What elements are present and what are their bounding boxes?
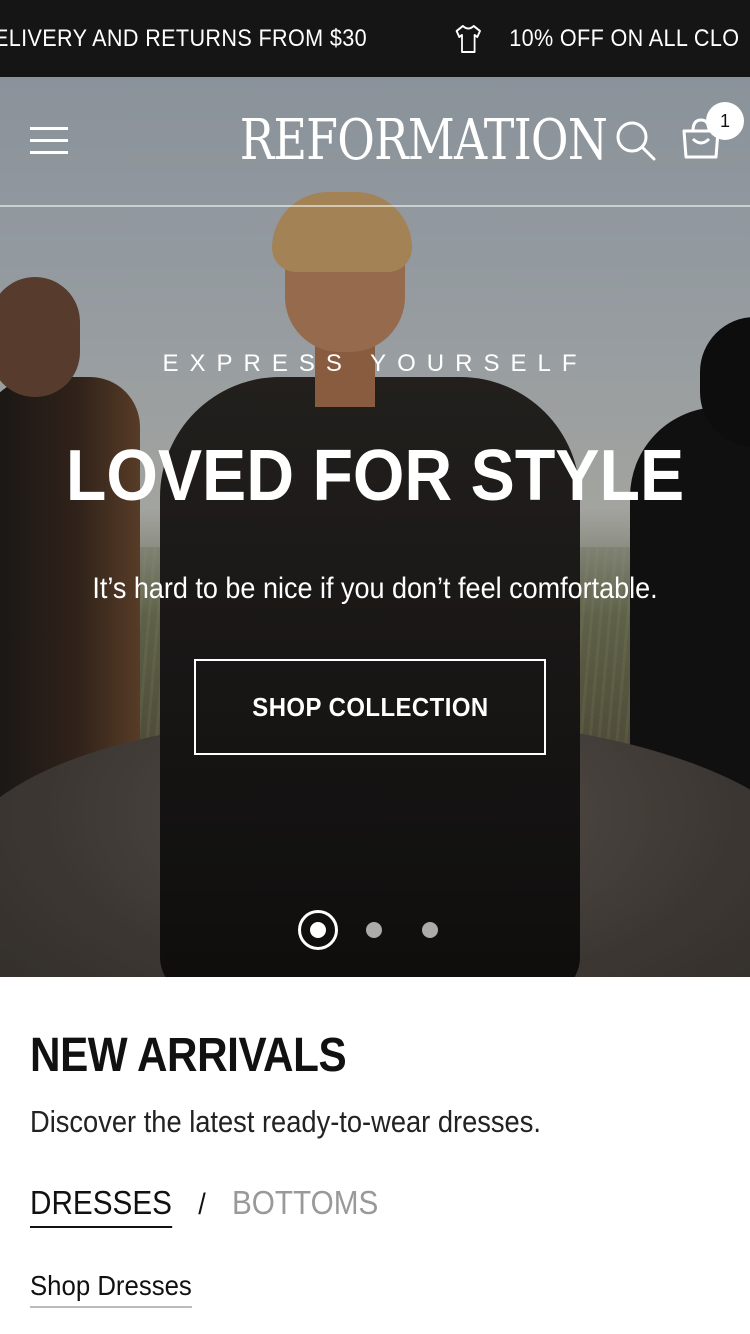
new-arrivals-title: NEW ARRIVALS (30, 1029, 347, 1082)
shop-dresses-link[interactable]: Shop Dresses (30, 1270, 192, 1308)
site-header: REFORMATION 1 (0, 77, 750, 207)
shop-collection-label: SHOP COLLECTION (251, 691, 489, 722)
carousel-dots (298, 908, 458, 950)
carousel-dot-1[interactable] (298, 910, 338, 950)
announcement-message: ELIVERY AND RETURNS FROM $30 (0, 24, 367, 52)
hero-image-overlay (0, 77, 750, 977)
hero-subtitle: It’s hard to be nice if you don’t feel c… (92, 572, 658, 605)
tab-separator: / (198, 1188, 206, 1221)
tshirt-icon (456, 24, 482, 53)
cart-count-badge: 1 (706, 102, 744, 140)
announcement-message: 10% OFF ON ALL CLO (509, 24, 740, 52)
search-icon[interactable] (614, 119, 658, 163)
menu-icon[interactable] (30, 127, 68, 155)
hero-title: LOVED FOR STYLE (65, 436, 685, 516)
announcement-bar: ELIVERY AND RETURNS FROM $30 10% OFF ON … (0, 0, 750, 77)
hero-eyebrow: EXPRESS YOURSELF (162, 350, 588, 377)
category-tabs: DRESSES / BOTTOMS (30, 1184, 378, 1234)
shop-collection-button[interactable]: SHOP COLLECTION (194, 659, 546, 755)
hero-banner: EXPRESS YOURSELF LOVED FOR STYLE It’s ha… (0, 77, 750, 977)
tab-dresses[interactable]: DRESSES (30, 1184, 172, 1228)
tab-bottoms[interactable]: BOTTOMS (232, 1184, 378, 1226)
brand-logo[interactable]: REFORMATION (240, 107, 608, 175)
new-arrivals-description: Discover the latest ready-to-wear dresse… (30, 1104, 541, 1139)
carousel-dot-3[interactable] (422, 922, 438, 938)
announcement-track: ELIVERY AND RETURNS FROM $30 10% OFF ON … (0, 0, 739, 77)
carousel-dot-2[interactable] (366, 922, 382, 938)
